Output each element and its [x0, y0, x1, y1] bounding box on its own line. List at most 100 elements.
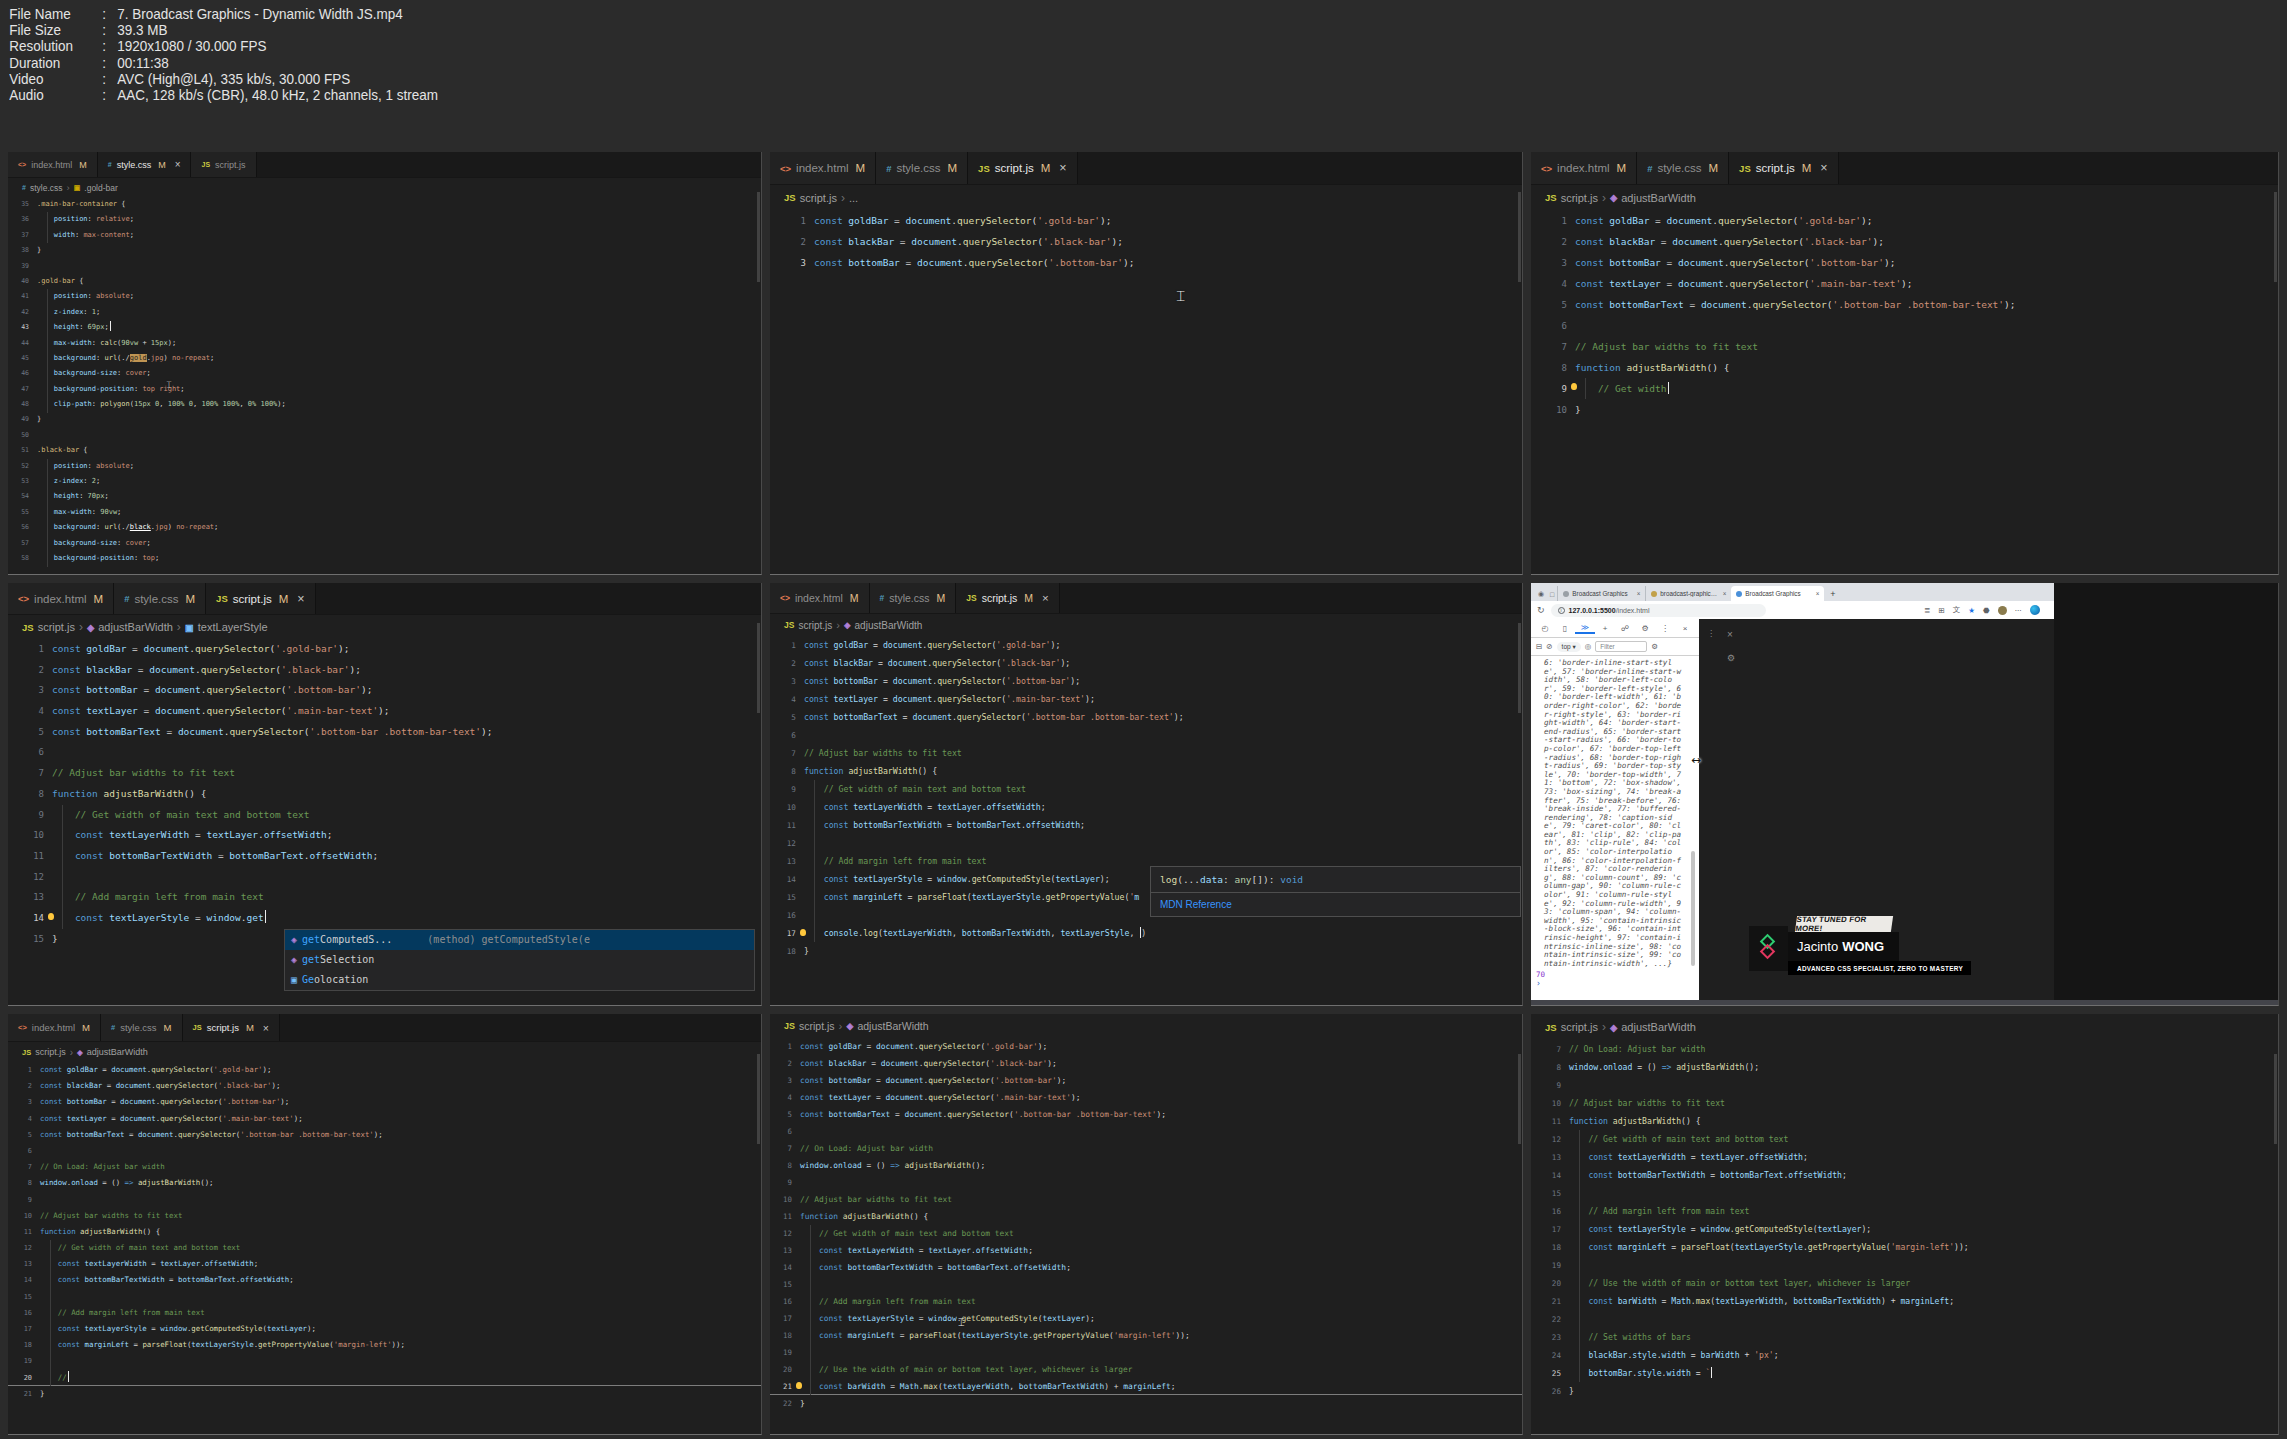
code-line: 22} — [770, 1395, 1522, 1412]
extensions-icon[interactable]: ⬣ — [1983, 606, 1990, 615]
collections-icon[interactable]: ⊞ — [1938, 606, 1944, 615]
console-sidebar-icon[interactable]: ⊟ — [1536, 642, 1542, 651]
devtools-close-icon[interactable]: × — [1675, 624, 1695, 633]
translate-icon[interactable]: 文 — [1953, 605, 1961, 615]
close-icon[interactable]: × — [1820, 161, 1827, 175]
tab-script.js[interactable]: JSscript.jsM× — [183, 1014, 280, 1041]
code-editor[interactable]: 7// On Load: Adjust bar width8window.onl… — [1531, 1040, 2278, 1400]
edge-bing-icon[interactable] — [2030, 605, 2040, 615]
breadcrumb[interactable]: JSscript.js›◈adjustBarWidth — [1531, 185, 2278, 210]
code-editor[interactable]: 1const goldBar = document.querySelector(… — [770, 1038, 1522, 1412]
code-editor[interactable]: 1const goldBar = document.querySelector(… — [8, 1062, 761, 1402]
tab-label: index.html — [1557, 162, 1609, 174]
profile-avatar[interactable] — [1998, 606, 2007, 615]
close-icon[interactable]: × — [175, 159, 181, 170]
console-prompt[interactable]: › — [1536, 980, 1682, 989]
tab-script.js[interactable]: JSscript.js — [191, 152, 256, 177]
breadcrumb[interactable]: JSscript.js›◈adjustBarWidth — [1531, 1014, 2278, 1040]
scrollbar[interactable] — [1518, 192, 1521, 282]
close-icon[interactable]: × — [1059, 161, 1066, 175]
tab-style.css[interactable]: #style.cssM — [101, 1014, 183, 1041]
browser-tab[interactable]: broadcast-graphics/gold.jpg× — [1645, 586, 1731, 601]
tab-search-icon[interactable]: □ — [1550, 591, 1554, 598]
browser-icon[interactable]: ◉ — [1538, 590, 1544, 598]
scrollbar[interactable] — [757, 623, 760, 713]
tab-script.js[interactable]: JSscript.jsM× — [956, 583, 1059, 613]
tab-close-icon[interactable]: × — [1637, 590, 1641, 597]
tab-close-icon[interactable]: × — [1723, 590, 1727, 597]
scrollbar[interactable] — [1518, 623, 1521, 713]
scrollbar[interactable] — [2274, 1054, 2277, 1144]
reading-list-icon[interactable]: ≣ — [1924, 606, 1930, 615]
console-settings-icon[interactable]: ⚙ — [1651, 642, 1658, 651]
scrollbar[interactable] — [757, 192, 760, 282]
file-info-row: File Size:39.3 MB — [9, 22, 2127, 38]
scrollbar[interactable] — [757, 1054, 760, 1144]
breadcrumb[interactable]: JSscript.js›◈adjustBarWidth›▣textLayerSt… — [8, 615, 761, 639]
scrollbar[interactable] — [1518, 1054, 1521, 1144]
site-info-icon[interactable]: i — [1558, 607, 1565, 614]
tab-index.html[interactable]: <>index.htmlM — [8, 1014, 101, 1041]
tab-index.html[interactable]: <>index.htmlM — [1531, 152, 1637, 184]
settings-gear-icon[interactable]: ⚙ — [1635, 624, 1655, 633]
line-number: 14 — [770, 1259, 800, 1276]
tab-index.html[interactable]: <>index.htmlM — [770, 583, 870, 613]
tab-close-icon[interactable]: × — [1816, 590, 1820, 597]
tab-style.css[interactable]: #style.cssM — [876, 152, 968, 184]
clear-console-icon[interactable]: ⊘ — [1546, 642, 1552, 651]
lightbulb-icon[interactable] — [48, 913, 54, 920]
close-icon[interactable]: × — [263, 1022, 269, 1034]
dots-menu-icon[interactable]: ⋮ — [1655, 624, 1675, 633]
code-line: 8function adjustBarWidth() { — [770, 762, 1522, 780]
breadcrumb[interactable]: JSscript.js›... — [770, 185, 1522, 210]
tab-script.js[interactable]: JSscript.jsM× — [1729, 152, 1839, 184]
tab-style.css[interactable]: #style.cssM× — [98, 152, 192, 177]
autocomplete-item[interactable]: ◈getSelection — [285, 950, 754, 970]
tab-script.js[interactable]: JSscript.jsM× — [206, 583, 316, 614]
breadcrumb[interactable]: #style.css›▣.gold-bar — [8, 178, 761, 197]
code-editor[interactable]: 1const goldBar = document.querySelector(… — [8, 639, 761, 949]
tab-style.css[interactable]: #style.cssM — [114, 583, 206, 614]
code-editor[interactable]: 1const goldBar = document.querySelector(… — [1531, 210, 2278, 420]
line-number: 15 — [8, 929, 52, 950]
eye-icon[interactable]: ◎ — [1585, 642, 1592, 651]
tab-style.css[interactable]: #style.cssM — [1637, 152, 1729, 184]
close-icon[interactable]: × — [297, 592, 304, 606]
code-line: 11function adjustBarWidth() { — [1531, 1112, 2278, 1130]
line-number: 5 — [8, 722, 52, 743]
code-editor[interactable]: 1const goldBar = document.querySelector(… — [770, 210, 1522, 273]
reload-icon[interactable]: ↻ — [1537, 605, 1545, 615]
tab-index.html[interactable]: <>index.htmlM — [8, 583, 114, 614]
network-conditions-icon[interactable]: ☍ — [1615, 624, 1635, 633]
autocomplete-item[interactable]: ◈getComputedS...(method) getComputedStyl… — [285, 930, 754, 950]
menu-dots-icon[interactable]: ⋯ — [2015, 606, 2023, 615]
code-editor[interactable]: 35.main-bar-container {36 position: rela… — [8, 197, 761, 566]
devtools-scrollbar[interactable] — [1691, 851, 1695, 966]
browser-tab[interactable]: Broadcast Graphics× — [1557, 586, 1645, 601]
address-bar[interactable]: i127.0.0.1:5500/index.html — [1551, 604, 1766, 617]
more-tabs-icon[interactable]: ≫ — [1575, 623, 1595, 634]
breadcrumb[interactable]: JSscript.js›◈adjustBarWidth — [770, 614, 1522, 636]
new-tab-button[interactable]: + — [1830, 589, 1835, 601]
inspect-icon[interactable]: ◴ — [1535, 624, 1555, 633]
lightbulb-icon[interactable] — [800, 929, 806, 936]
console-filter-input[interactable]: Filter — [1595, 641, 1647, 652]
mdn-reference-link[interactable]: MDN Reference — [1151, 893, 1520, 916]
browser-tab[interactable]: Broadcast Graphics× — [1731, 586, 1824, 601]
line-number: 43 — [8, 320, 37, 335]
tab-index.html[interactable]: <>index.htmlM — [770, 152, 876, 184]
js-context-selector[interactable]: top ▾ — [1557, 642, 1581, 652]
close-icon[interactable]: × — [1042, 592, 1049, 604]
favorite-star-icon[interactable]: ★ — [1968, 606, 1975, 615]
add-icon[interactable]: + — [1595, 624, 1615, 633]
scrollbar[interactable] — [2274, 192, 2277, 282]
autocomplete-item[interactable]: ▣Geolocation — [285, 970, 754, 990]
tab-index.html[interactable]: <>index.htmlM — [8, 152, 98, 177]
editor-frame-8: JSscript.js›◈adjustBarWidth1const goldBa… — [770, 1014, 1523, 1435]
tab-script.js[interactable]: JSscript.jsM× — [968, 152, 1078, 184]
breadcrumb[interactable]: JSscript.js›◈adjustBarWidth — [8, 1042, 761, 1062]
breadcrumb[interactable]: JSscript.js›◈adjustBarWidth — [770, 1014, 1522, 1038]
modified-badge: M — [948, 162, 958, 174]
tab-style.css[interactable]: #style.cssM — [870, 583, 957, 613]
device-toolbar-icon[interactable]: ▯ — [1555, 624, 1575, 633]
